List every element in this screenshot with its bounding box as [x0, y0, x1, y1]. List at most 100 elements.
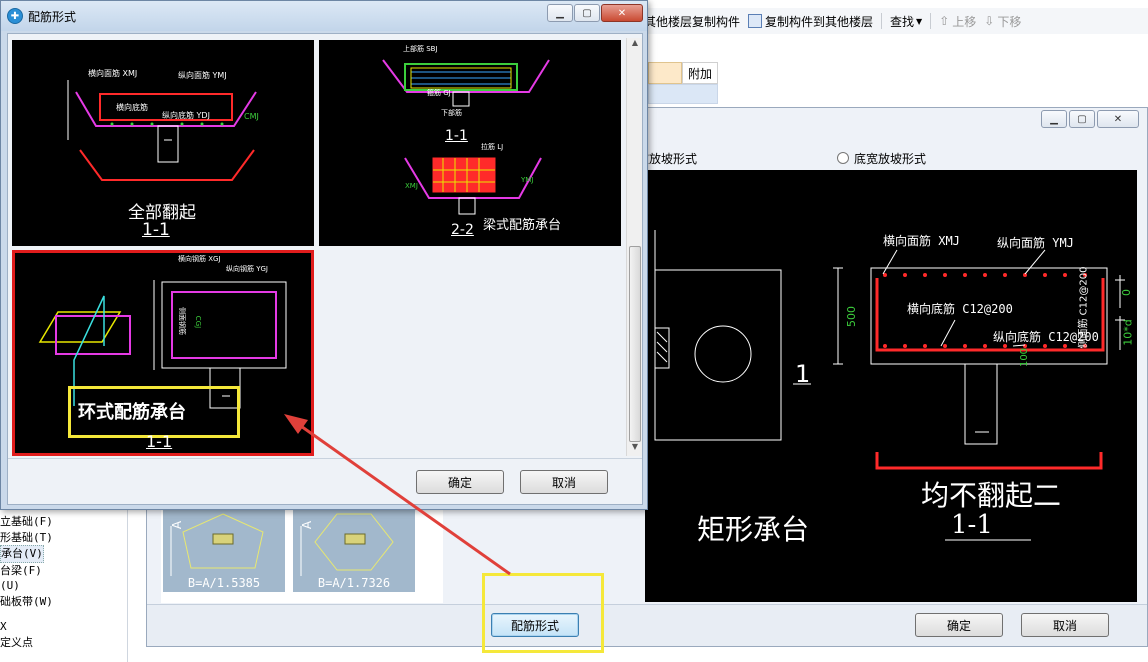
- scroll-down-icon[interactable]: ▼: [627, 442, 643, 456]
- minimize-icon: ▁: [1050, 113, 1058, 125]
- cad-section-mark: 1: [795, 360, 811, 388]
- label-side-ring: 侧面钢筋: [178, 307, 186, 335]
- copy-from-floor-button[interactable]: 其他楼层复制构件: [640, 13, 744, 30]
- move-up-button[interactable]: ⇧ 上移: [935, 13, 980, 30]
- rebar-option-beam-cap[interactable]: 上部筋 SBJ 下部筋 箍筋 GJ 拉筋 LJ XMJ YMJ 1-1 2-2 …: [319, 40, 621, 246]
- dialog-title: 配筋形式: [28, 9, 77, 24]
- thumb-axis-label: A: [170, 520, 185, 530]
- cad-label-horiz-rebar: 横向面筋 XMJ: [883, 234, 960, 248]
- rebar-option-ring-cap[interactable]: 横向钢筋 XGJ 纵向钢筋 YGJ 侧面钢筋 CGJ 环式配筋承台 1-1: [12, 250, 314, 456]
- scroll-up-icon[interactable]: ▲: [627, 38, 643, 52]
- maximize-icon: ▢: [1077, 113, 1087, 125]
- thumb-axis-label: A: [300, 520, 315, 530]
- window-controls: ▁ ▢ ✕: [1041, 110, 1139, 128]
- label-horiz-bottom: 横向底筋: [116, 103, 148, 112]
- grid-header-cell: [648, 62, 682, 84]
- window-controls: ▁ ▢ ✕: [547, 4, 643, 22]
- label-bottom-bar: 下部筋: [441, 109, 462, 117]
- tree-item-selected[interactable]: 承台(V): [0, 545, 44, 563]
- minimize-button[interactable]: ▁: [1041, 110, 1067, 128]
- tree-item[interactable]: (U): [0, 578, 127, 594]
- label-ymj: YMJ: [521, 176, 534, 184]
- cad-dim-100: 100: [1019, 347, 1031, 368]
- panel-section: 1-1: [146, 432, 173, 451]
- cad-caption-rect: 矩形承台: [697, 513, 810, 546]
- find-button[interactable]: 查找 ▼: [886, 13, 926, 30]
- property-grid: 附加: [648, 62, 718, 106]
- grid-row[interactable]: [648, 84, 718, 104]
- close-button[interactable]: ✕: [1097, 110, 1139, 128]
- beam-cap-drawing: [382, 59, 550, 215]
- copy-icon: [748, 14, 763, 28]
- footer-divider: [8, 458, 642, 459]
- label-long-top: 纵向面筋 YMJ: [178, 71, 227, 80]
- rebar-option-all-bent[interactable]: 横向面筋 XMJ 纵向面筋 YMJ 横向底筋 纵向底筋 YDJ CMJ 全部翻起…: [12, 40, 314, 246]
- arrow-up-icon: ⇧: [939, 14, 950, 28]
- label-cmj: CMJ: [244, 112, 259, 121]
- dialog-ok-button[interactable]: 确定: [416, 470, 504, 494]
- cad-caption-uneven: 均不翻起二: [921, 479, 1062, 512]
- main-toolbar: 其他楼层复制构件 复制构件到其他楼层 查找 ▼ ⇧ 上移 ⇩ 下移: [640, 8, 1148, 34]
- label-horiz-top: 横向面筋 XMJ: [88, 69, 138, 78]
- shape-thumbnail[interactable]: A B=A/1.7326: [293, 506, 415, 592]
- close-icon: ✕: [617, 7, 627, 19]
- shape-thumbnail-list: A B=A/1.5385 A B=A/1.7326: [161, 503, 443, 603]
- close-button[interactable]: ✕: [601, 4, 643, 22]
- dialog-title-bar: ✚ 配筋形式 ▁ ▢ ✕: [1, 1, 647, 31]
- radio-bottom-width-form[interactable]: [837, 152, 849, 164]
- cad-side-rebar: 侧面筋 C12@200: [1078, 266, 1090, 349]
- tree-item[interactable]: 立基础(F): [0, 514, 127, 530]
- tree-item[interactable]: 定义点: [0, 635, 127, 651]
- label-cgj: CGJ: [194, 315, 203, 329]
- thumb-ratio-label: B=A/1.7326: [317, 576, 391, 590]
- label-long-bottom: 纵向底筋 YDJ: [162, 111, 210, 120]
- cancel-button[interactable]: 取消: [1021, 613, 1109, 637]
- label-long-ring: 纵向钢筋 YGJ: [226, 265, 268, 273]
- radio-bottom-width-label: 底宽放坡形式: [854, 151, 927, 166]
- panel-section-1: 1-1: [445, 128, 468, 144]
- maximize-button[interactable]: ▢: [574, 4, 600, 22]
- tree-item[interactable]: 台梁(F): [0, 563, 127, 579]
- toolbar-divider: [930, 13, 932, 29]
- gallery-scrollbar[interactable]: ▲ ▼: [626, 38, 642, 456]
- panel-section-2: 2-2: [451, 222, 474, 238]
- arrow-down-icon: ⇩: [984, 14, 995, 28]
- tree-item[interactable]: X: [0, 619, 127, 635]
- cad-preview: 横向面筋 XMJ 纵向面筋 YMJ 横向底筋 C12@200 纵向底筋 C12@…: [645, 170, 1137, 602]
- label-tie: 拉筋 LJ: [481, 143, 504, 151]
- highlight-box: [482, 573, 604, 653]
- tree-item[interactable]: 础板带(W): [0, 594, 127, 610]
- tree-item[interactable]: 形基础(T): [0, 530, 127, 546]
- move-down-button[interactable]: ⇩ 下移: [980, 13, 1025, 30]
- dialog-cancel-button[interactable]: 取消: [520, 470, 608, 494]
- cad-dim-10d: 10*d: [1121, 319, 1135, 346]
- chevron-down-icon: ▼: [916, 16, 923, 26]
- toolbar-divider: [881, 13, 883, 29]
- ok-button[interactable]: 确定: [915, 613, 1003, 637]
- rebar-form-dialog: ✚ 配筋形式 ▁ ▢ ✕ 横向面筋 XMJ 纵向面筋 YMJ 横向底筋 纵向底筋…: [0, 0, 648, 510]
- rebar-form-gallery: 横向面筋 XMJ 纵向面筋 YMJ 横向底筋 纵向底筋 YDJ CMJ 全部翻起…: [7, 33, 643, 505]
- label-top-bar: 上部筋 SBJ: [403, 45, 438, 53]
- cad-label-horiz-bottom: 横向底筋 C12@200: [907, 302, 1013, 316]
- grid-header-extra: 附加: [682, 62, 718, 84]
- panel-caption: 环式配筋承台: [78, 402, 186, 423]
- app-icon: ✚: [7, 8, 23, 24]
- scroll-thumb[interactable]: [629, 246, 641, 442]
- cad-caption-uneven-section: 1-1: [951, 510, 993, 540]
- maximize-button[interactable]: ▢: [1069, 110, 1095, 128]
- cad-dim-500: 500: [845, 306, 858, 327]
- label-horiz-ring: 横向钢筋 XGJ: [178, 255, 221, 263]
- panel-section: 1-1: [142, 220, 170, 240]
- copy-to-floor-button[interactable]: 复制构件到其他楼层: [744, 13, 877, 30]
- component-tree: 立基础(F) 形基础(T) 承台(V) 台梁(F) (U) 础板带(W) X 定…: [0, 510, 128, 662]
- radio-slope-form[interactable]: 坡放坡形式: [637, 150, 837, 167]
- label-stirrup: 箍筋 GJ: [427, 89, 451, 97]
- label-xmj: XMJ: [405, 182, 418, 190]
- minimize-icon: ▁: [556, 7, 564, 19]
- panel-caption: 梁式配筋承台: [483, 218, 562, 233]
- shape-thumbnail[interactable]: A B=A/1.5385: [163, 506, 285, 592]
- thumb-ratio-label: B=A/1.5385: [187, 576, 261, 590]
- dialog-button-bar: 配筋形式 确定 取消: [147, 604, 1147, 646]
- close-icon: ✕: [1113, 113, 1123, 125]
- minimize-button[interactable]: ▁: [547, 4, 573, 22]
